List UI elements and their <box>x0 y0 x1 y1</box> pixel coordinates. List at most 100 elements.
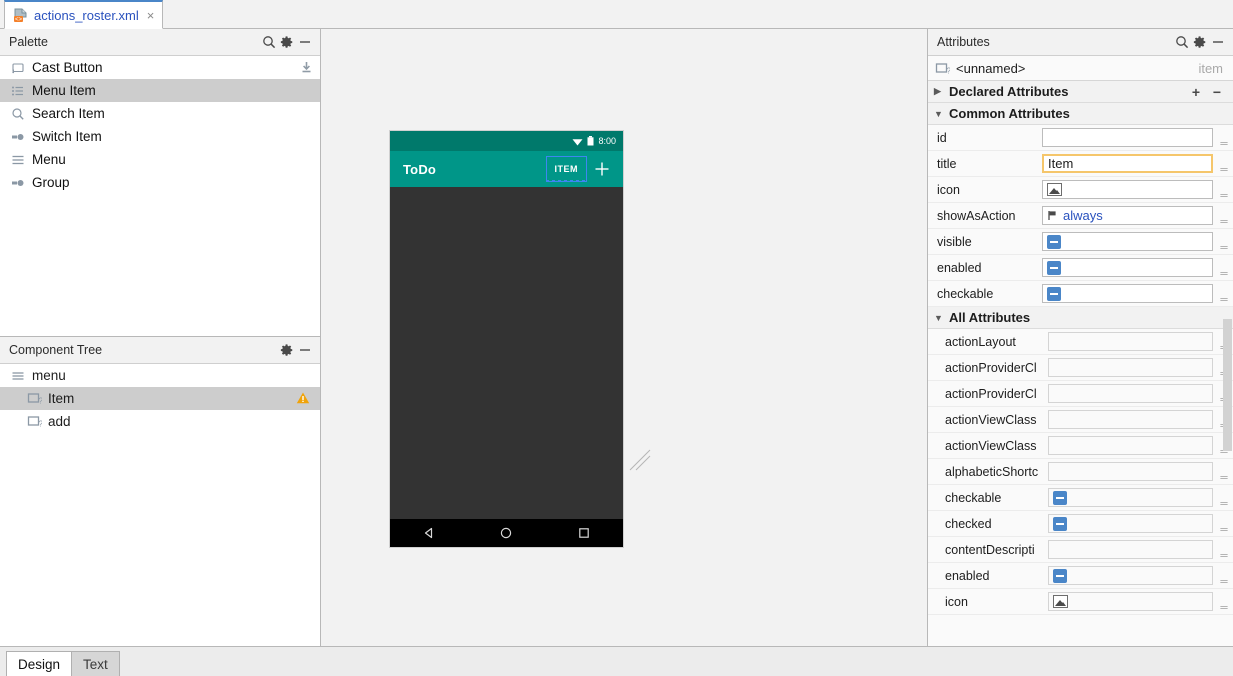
attribute-resource-picker[interactable]: ‗ <box>1215 234 1233 250</box>
nav-recents-square-icon[interactable] <box>577 526 591 540</box>
search-icon[interactable] <box>1173 33 1191 51</box>
attribute-resource-picker[interactable]: ‗ <box>1215 156 1233 172</box>
attribute-value-input[interactable] <box>1048 488 1213 507</box>
attribute-resource-picker[interactable]: ‗ <box>1215 568 1233 584</box>
search-icon[interactable] <box>260 33 278 51</box>
attribute-row: actionProviderCl ‗ <box>928 355 1233 381</box>
close-icon[interactable]: × <box>147 9 155 22</box>
attribute-resource-picker[interactable]: ‗ <box>1215 490 1233 506</box>
android-xml-icon: <> <box>13 8 28 23</box>
attributes-scrollbar[interactable] <box>1223 319 1232 451</box>
editor-mode-tab-bar: Design Text <box>0 646 1233 676</box>
remove-attribute-button[interactable]: − <box>1209 84 1225 100</box>
warning-triangle-icon[interactable] <box>296 391 310 405</box>
device-content-area[interactable] <box>390 187 623 519</box>
switch-item-icon <box>10 129 25 144</box>
nav-back-triangle-icon[interactable] <box>422 526 436 540</box>
tab-design[interactable]: Design <box>6 651 73 676</box>
flag-icon <box>1047 210 1058 221</box>
resize-handle-icon[interactable] <box>628 448 652 472</box>
attribute-resource-picker[interactable]: ‗ <box>1215 464 1233 480</box>
minimize-icon[interactable] <box>296 33 314 51</box>
group-icon <box>10 175 25 190</box>
minimize-icon[interactable] <box>296 341 314 359</box>
attribute-value-input-icon[interactable] <box>1042 180 1213 199</box>
editor-file-tab[interactable]: <> actions_roster.xml × <box>4 0 164 29</box>
download-icon[interactable] <box>299 60 314 75</box>
gear-icon[interactable] <box>278 33 296 51</box>
chevron-down-icon[interactable]: ▼ <box>934 109 944 119</box>
attribute-resource-picker[interactable]: ‗ <box>1215 594 1233 610</box>
attribute-row: showAsAction always ‗ <box>928 203 1233 229</box>
attribute-resource-picker[interactable]: ‗ <box>1215 208 1233 224</box>
design-surface[interactable]: 8:00 ToDo ITEM <box>321 29 927 646</box>
attribute-row: alphabeticShortc ‗ <box>928 459 1233 485</box>
attribute-value-input[interactable] <box>1048 540 1213 559</box>
attribute-value-input[interactable] <box>1048 514 1213 533</box>
attribute-value-input[interactable] <box>1048 358 1213 377</box>
common-attributes-section-header[interactable]: ▼ Common Attributes <box>928 103 1233 125</box>
attribute-value-input-enabled[interactable] <box>1042 258 1213 277</box>
tree-node-add[interactable]: ? add <box>0 410 320 433</box>
tristate-checkbox-icon[interactable] <box>1047 234 1061 249</box>
attribute-value-input[interactable] <box>1048 436 1213 455</box>
attribute-value-input[interactable] <box>1048 332 1213 351</box>
action-menu-item-selected[interactable]: ITEM <box>545 156 587 182</box>
palette-item-group[interactable]: Group <box>0 171 320 194</box>
palette-item-menu[interactable]: Menu <box>0 148 320 171</box>
tristate-checkbox-icon[interactable] <box>1053 568 1067 583</box>
attribute-row: actionLayout ‗ <box>928 329 1233 355</box>
selected-component-row: ? <unnamed> item <box>928 56 1233 81</box>
attribute-resource-picker[interactable]: ‗ <box>1215 260 1233 276</box>
tristate-checkbox-icon[interactable] <box>1053 516 1067 531</box>
attribute-value-input-title[interactable]: Item <box>1042 154 1213 173</box>
palette-item-menu-item[interactable]: Menu Item <box>0 79 320 102</box>
gear-icon[interactable] <box>1191 33 1209 51</box>
minimize-icon[interactable] <box>1209 33 1227 51</box>
palette-item-cast-button[interactable]: Cast Button <box>0 56 320 79</box>
palette-item-search-item[interactable]: Search Item <box>0 102 320 125</box>
add-attribute-button[interactable]: + <box>1188 84 1204 100</box>
declared-attributes-section-header[interactable]: ▶ Declared Attributes + − <box>928 81 1233 103</box>
tristate-checkbox-icon[interactable] <box>1047 260 1061 275</box>
gear-icon[interactable] <box>278 341 296 359</box>
attribute-value-input-id[interactable] <box>1042 128 1213 147</box>
attribute-value-input[interactable] <box>1048 592 1213 611</box>
attribute-value-input[interactable] <box>1048 566 1213 585</box>
attribute-value-input[interactable] <box>1048 384 1213 403</box>
attribute-value-input[interactable] <box>1048 410 1213 429</box>
attribute-resource-picker[interactable]: ‗ <box>1215 286 1233 302</box>
all-attributes-section-header[interactable]: ▼ All Attributes <box>928 307 1233 329</box>
attribute-row: contentDescripti ‗ <box>928 537 1233 563</box>
declared-attributes-title: Declared Attributes <box>949 84 1069 99</box>
attribute-resource-picker[interactable]: ‗ <box>1215 130 1233 146</box>
tab-text[interactable]: Text <box>71 651 120 676</box>
device-status-time: 8:00 <box>598 136 616 146</box>
attribute-row: visible ‗ <box>928 229 1233 255</box>
unknown-view-icon: ? <box>26 391 42 407</box>
cast-icon <box>10 60 25 75</box>
chevron-down-icon[interactable]: ▼ <box>934 313 944 323</box>
attribute-value-input[interactable] <box>1048 462 1213 481</box>
palette-item-switch-item[interactable]: Switch Item <box>0 125 320 148</box>
attribute-label: actionProviderCl <box>945 360 1037 375</box>
nav-home-circle-icon[interactable] <box>499 526 513 540</box>
attribute-label: checkable <box>945 490 1002 505</box>
attributes-panel: Attributes ? <unnamed> item ▶ Declared A… <box>927 29 1233 646</box>
attribute-value-input-checkable[interactable] <box>1042 284 1213 303</box>
tristate-checkbox-icon[interactable] <box>1047 286 1061 301</box>
attribute-value-input-visible[interactable] <box>1042 232 1213 251</box>
attribute-resource-picker[interactable]: ‗ <box>1215 542 1233 558</box>
tree-node-menu[interactable]: menu <box>0 364 320 387</box>
editor-file-tab-label: actions_roster.xml <box>34 7 139 23</box>
plus-icon[interactable] <box>587 154 617 184</box>
svg-text:<>: <> <box>15 17 23 23</box>
device-preview[interactable]: 8:00 ToDo ITEM <box>390 131 623 547</box>
tristate-checkbox-icon[interactable] <box>1053 490 1067 505</box>
attribute-resource-picker[interactable]: ‗ <box>1215 182 1233 198</box>
attribute-resource-picker[interactable]: ‗ <box>1215 516 1233 532</box>
attribute-value-input-showasaction[interactable]: always <box>1042 206 1213 225</box>
selected-component-name: <unnamed> <box>956 60 1026 76</box>
chevron-right-icon[interactable]: ▶ <box>934 86 944 97</box>
tree-node-item[interactable]: ? Item <box>0 387 320 410</box>
